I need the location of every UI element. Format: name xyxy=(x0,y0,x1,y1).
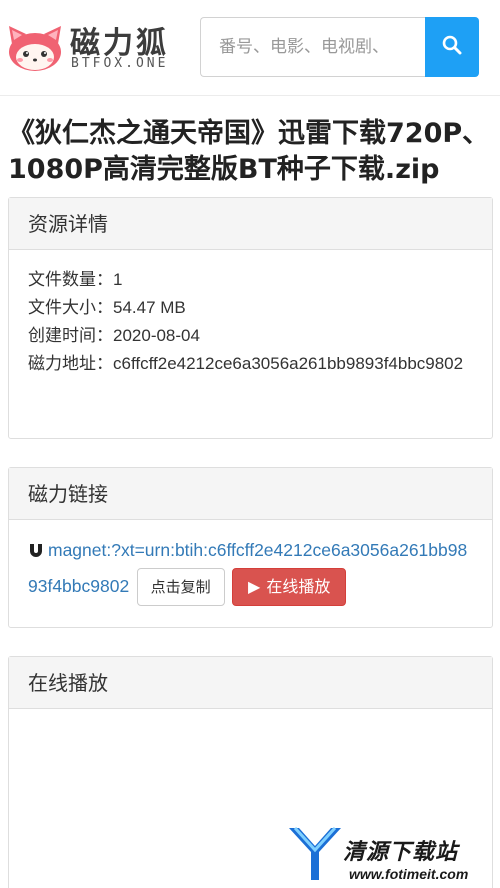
detail-key: 文件数量： xyxy=(28,270,113,290)
detail-value: 2020-08-04 xyxy=(113,326,200,345)
details-list: 文件数量： 1 文件大小： 54.47 MB 创建时间： 2020-08-04 … xyxy=(9,250,492,378)
detail-row-file-size: 文件大小： 54.47 MB xyxy=(28,294,473,322)
details-panel: 资源详情 文件数量： 1 文件大小： 54.47 MB 创建时间： 2020-0… xyxy=(8,197,493,439)
play-button-label: 在线播放 xyxy=(266,577,331,596)
detail-row-created: 创建时间： 2020-08-04 xyxy=(28,322,473,350)
detail-value: c6ffcff2e4212ce6a3056a261bb9893f4bbc9802 xyxy=(113,354,464,373)
detail-key: 创建时间： xyxy=(28,326,113,346)
magnet-panel: 磁力链接 magnet:?xt=urn:btih:c6ffcff2e4212ce… xyxy=(8,467,493,628)
watermark-logo-icon xyxy=(289,826,341,880)
site-header: 磁力狐 BTFOX.ONE xyxy=(0,0,500,96)
magnet-panel-heading: 磁力链接 xyxy=(9,468,492,520)
search-button[interactable] xyxy=(425,17,479,77)
magnet-icon xyxy=(28,540,44,568)
magnet-body: magnet:?xt=urn:btih:c6ffcff2e4212ce6a305… xyxy=(9,520,492,606)
player-panel-heading: 在线播放 xyxy=(9,657,492,709)
details-panel-heading: 资源详情 xyxy=(9,198,492,250)
detail-value: 1 xyxy=(113,270,123,289)
detail-row-file-count: 文件数量： 1 xyxy=(28,266,473,294)
copy-button[interactable]: 点击复制 xyxy=(136,568,225,606)
search-input[interactable] xyxy=(200,17,426,77)
detail-key: 磁力地址： xyxy=(28,354,113,374)
play-icon: ▶ xyxy=(248,577,261,596)
watermark-url: www.fotimeit.com xyxy=(349,866,469,882)
logo-subtitle: BTFOX.ONE xyxy=(71,56,169,71)
site-watermark: 清源下载站 www.fotimeit.com xyxy=(285,820,485,888)
watermark-text: 清源下载站 xyxy=(343,840,459,865)
play-online-button[interactable]: ▶ 在线播放 xyxy=(232,568,347,606)
fox-logo-icon[interactable] xyxy=(6,24,64,72)
detail-key: 文件大小： xyxy=(28,298,113,318)
detail-value: 54.47 MB xyxy=(113,298,186,317)
detail-row-magnet-hash: 磁力地址： c6ffcff2e4212ce6a3056a261bb9893f4b… xyxy=(28,350,473,378)
page-title: 《狄仁杰之通天帝国》迅雷下载720P、1080P高清完整版BT种子下载.zip xyxy=(8,118,490,185)
search-icon xyxy=(442,35,462,59)
